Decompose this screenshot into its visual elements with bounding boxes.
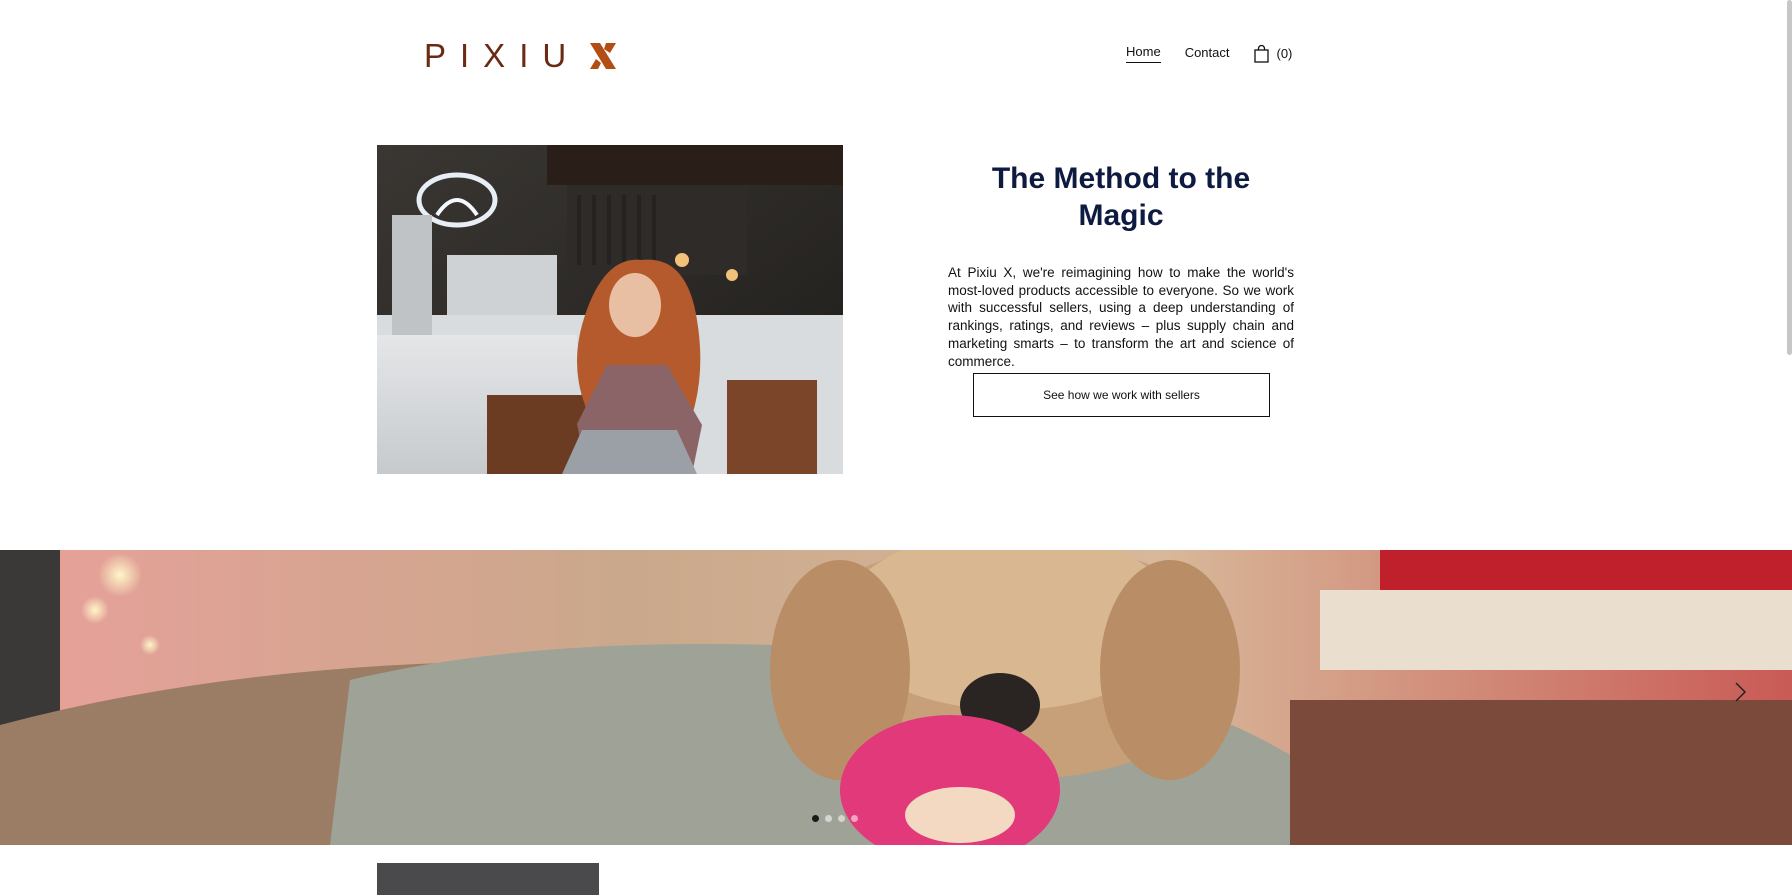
main-nav: Home Contact (0) [1126,44,1292,63]
nav-home-link[interactable]: Home [1126,44,1161,63]
slideshow-banner-dog [0,550,1792,845]
cart-count: (0) [1276,46,1293,61]
slideshow-dot[interactable] [851,815,858,822]
section-description: At Pixiu X, we're reimagining how to mak… [948,265,1294,369]
page: PIXIU Home Contact (0) The Method to the… [0,0,1792,895]
next-section-image [377,863,599,895]
logo-x-mark-icon [590,43,617,69]
shopping-bag-icon [1253,44,1269,63]
slideshow-dot[interactable] [812,815,819,822]
slideshow-dot[interactable] [825,815,832,822]
cart-button[interactable]: (0) [1253,44,1293,63]
see-how-we-work-button[interactable]: See how we work with sellers [973,373,1270,417]
slideshow-next-arrow-icon[interactable] [1730,680,1750,704]
page-scrollbar[interactable] [1787,0,1792,355]
site-logo[interactable]: PIXIU [424,37,618,74]
section-title-line-1: The Method to the [991,162,1251,195]
feature-photo-woman-laptop [377,145,843,474]
section-title-line-2: Magic [1078,199,1164,232]
nav-contact-link[interactable]: Contact [1185,45,1230,63]
section-title: The Method to the Magic [948,160,1294,234]
logo-text: PIXIU [424,37,581,74]
slideshow-dots [812,815,858,822]
slideshow-dot[interactable] [838,815,845,822]
